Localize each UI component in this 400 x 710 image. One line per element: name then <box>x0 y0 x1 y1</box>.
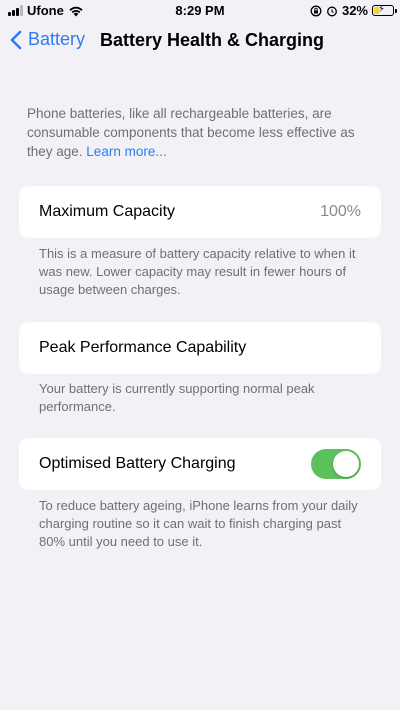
status-bar: Ufone 8:29 PM 32% ⚡ <box>0 0 400 22</box>
peak-performance-caption: Your battery is currently supporting nor… <box>39 381 315 414</box>
optimised-charging-caption: To reduce battery ageing, iPhone learns … <box>39 498 358 549</box>
alarm-icon <box>327 6 337 16</box>
intro-description: Phone batteries, like all rechargeable b… <box>27 104 367 161</box>
maximum-capacity-value: 100% <box>320 203 361 220</box>
maximum-capacity-label: Maximum Capacity <box>39 203 176 220</box>
maximum-capacity-row: Maximum Capacity 100% <box>19 186 381 238</box>
peak-performance-row[interactable]: Peak Performance Capability <box>19 322 381 374</box>
back-button-label: Battery <box>28 29 86 49</box>
screen-lock-icon <box>310 5 322 16</box>
maximum-capacity-caption: This is a measure of battery capacity re… <box>39 246 356 297</box>
optimised-charging-toggle[interactable] <box>311 449 361 479</box>
learn-more-link[interactable]: Learn more... <box>86 144 166 159</box>
optimised-charging-row: Optimised Battery Charging <box>19 438 381 490</box>
battery-charging-icon: ⚡ <box>372 4 397 16</box>
page-title: Battery Health & Charging <box>100 30 325 50</box>
toggle-knob <box>333 451 359 477</box>
optimised-charging-label: Optimised Battery Charging <box>39 455 236 472</box>
chevron-left-icon <box>10 30 22 49</box>
navigation-bar: Battery Battery Health & Charging <box>0 26 400 58</box>
status-right: 32% ⚡ <box>310 3 397 18</box>
peak-performance-label: Peak Performance Capability <box>39 339 247 356</box>
intro-text: Phone batteries, like all rechargeable b… <box>27 106 355 159</box>
back-button[interactable]: Battery <box>10 29 85 50</box>
battery-percent: 32% <box>341 3 368 18</box>
